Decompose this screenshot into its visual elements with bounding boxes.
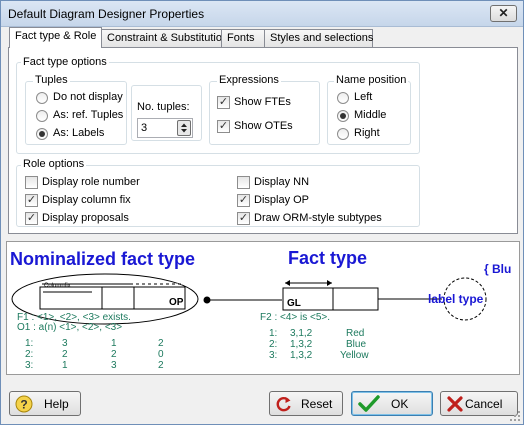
role-box-2 <box>101 286 135 310</box>
fact-role-box-2 <box>332 287 379 311</box>
no-tuples-spinner[interactable]: 3 <box>137 118 193 138</box>
op-label: OP <box>169 297 184 308</box>
close-button[interactable]: ✕ <box>490 5 517 22</box>
blue-fragment: { Blu <box>484 262 512 276</box>
name-position-label: Name position <box>334 74 409 86</box>
cancel-icon <box>447 396 463 412</box>
help-button[interactable]: ? Help <box>9 391 81 416</box>
no-tuples-value[interactable]: 3 <box>141 122 147 134</box>
checkmark-icon: ✓ <box>217 120 230 133</box>
tab-panel: Fact type options Tuples Do not display … <box>8 47 518 234</box>
title-bar: Default Diagram Designer Properties ✕ <box>1 1 523 27</box>
radio-indicator-selected <box>36 128 48 140</box>
reset-button[interactable]: Reset <box>269 391 343 416</box>
tab-styles-selections[interactable]: Styles and selections <box>264 29 373 47</box>
checkmark-icon: ✓ <box>237 212 250 225</box>
tab-constraint-substitution[interactable]: Constraint & Substitution <box>101 29 228 47</box>
o1-expression: O1 : a(n) <1>, <2>, <3> <box>17 322 123 333</box>
reset-icon <box>276 397 291 412</box>
radio-indicator <box>337 128 349 140</box>
radio-indicator <box>337 92 349 104</box>
radio-indicator <box>36 92 48 104</box>
dialog-window: Default Diagram Designer Properties ✕ Fa… <box>0 0 524 425</box>
ok-button[interactable]: OK <box>351 391 433 416</box>
label-type-text: label type <box>428 292 484 306</box>
help-icon: ? <box>15 395 33 413</box>
nominalized-fact-type-title: Nominalized fact type <box>10 249 196 269</box>
radio-indicator-selected <box>337 110 349 122</box>
checkmark-icon <box>358 395 380 412</box>
gl-label: GL <box>287 298 301 309</box>
expressions-group <box>209 81 320 145</box>
checkmark-icon: ✓ <box>25 212 38 225</box>
role-box-1 <box>39 286 103 310</box>
expressions-label: Expressions <box>217 74 281 86</box>
tab-fact-type-role[interactable]: Fact type & Role <box>9 27 102 48</box>
tab-fonts[interactable]: Fonts <box>221 29 265 47</box>
checkmark-icon: ✓ <box>237 194 250 207</box>
cancel-button[interactable]: Cancel <box>440 391 518 416</box>
checkbox-box <box>237 176 250 189</box>
checkmark-icon: ✓ <box>217 96 230 109</box>
no-tuples-label: No. tuples: <box>137 101 190 113</box>
checkmark-icon: ✓ <box>25 194 38 207</box>
close-icon: ✕ <box>498 6 509 20</box>
window-title: Default Diagram Designer Properties <box>8 7 205 21</box>
radio-indicator <box>36 110 48 122</box>
resize-grip-icon[interactable] <box>509 410 521 422</box>
f2-expression: F2 : <4> is <5>. <box>260 312 331 323</box>
fact-type-title: Fact type <box>288 248 368 268</box>
svg-text:?: ? <box>20 398 27 412</box>
fact-type-options-label: Fact type options <box>21 56 109 68</box>
diagram-preview: Nominalized fact type Fact type { Blu la… <box>6 241 520 375</box>
columnfix-label: Columnfix <box>44 283 71 289</box>
tuples-label: Tuples <box>33 74 70 86</box>
mandatory-dot <box>203 296 211 304</box>
role-options-label: Role options <box>21 158 87 170</box>
checkbox-box <box>25 176 38 189</box>
spinner-arrows-icon[interactable] <box>177 120 191 136</box>
